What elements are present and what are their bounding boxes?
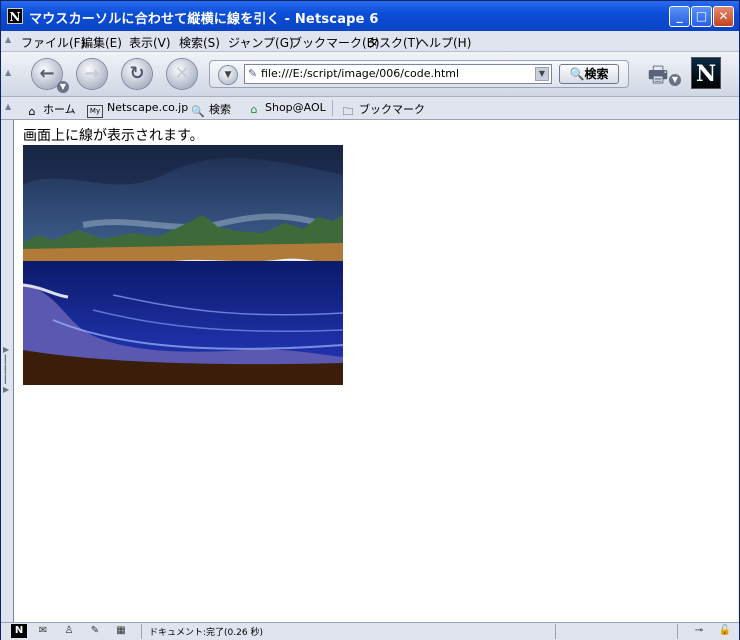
- bookmarks-folder[interactable]: 🗀 ブックマーク: [341, 101, 426, 118]
- composer-icon[interactable]: ✎: [87, 624, 103, 638]
- status-divider: [555, 624, 556, 639]
- status-bar: N ✉ ♙ ✎ ▦ ドキュメント:完了(0.26 秒) ⊸ 🔓: [1, 622, 739, 640]
- stop-button[interactable]: ✕: [167, 59, 197, 89]
- menu-search[interactable]: 検索(S): [179, 34, 220, 51]
- bookmark-shop[interactable]: ⌂ Shop@AOL: [247, 101, 326, 116]
- bookmark-search[interactable]: 🔍 検索: [191, 101, 231, 118]
- search-icon: 🔍: [191, 105, 205, 118]
- menu-bar: ▲ ファイル(F) 編集(E) 表示(V) 検索(S) ジャンプ(G) ブックマ…: [1, 31, 739, 52]
- menu-go[interactable]: ジャンプ(G): [228, 34, 294, 51]
- toolbar-grip-icon[interactable]: ▲: [5, 35, 11, 47]
- address-book-icon[interactable]: ▦: [113, 624, 129, 638]
- home-icon: ⌂: [28, 105, 36, 118]
- sidebar-collapsed[interactable]: ▶ ┃ ┃ ┃ ▶: [1, 120, 14, 622]
- url-history-dropdown-icon[interactable]: ▼: [535, 67, 549, 81]
- back-history-dropdown-icon[interactable]: ▼: [57, 81, 69, 93]
- reload-icon: ↻: [129, 63, 145, 84]
- forward-button[interactable]: →: [77, 59, 107, 89]
- bookmark-netscape[interactable]: My Netscape.co.jp: [87, 101, 188, 118]
- printer-icon: 🖶: [647, 63, 669, 88]
- toolbar-grip-icon[interactable]: ▲: [5, 102, 11, 111]
- menu-help[interactable]: ヘルプ(H): [417, 34, 471, 51]
- bookmark-netscape-label: Netscape.co.jp: [107, 101, 189, 114]
- toolbar-separator: [332, 100, 333, 116]
- landscape-image: [23, 145, 343, 385]
- page-content: 画面上に線が表示されます。: [14, 120, 738, 622]
- status-divider: [677, 624, 678, 639]
- personal-toolbar: ▲ ⌂ ホーム My Netscape.co.jp 🔍 検索 ⌂ Shop@AOL 🗀 ブ…: [1, 97, 739, 120]
- aim-icon[interactable]: ♙: [61, 624, 77, 638]
- netscape-logo[interactable]: N: [691, 57, 721, 89]
- print-dropdown-icon[interactable]: ▼: [669, 74, 681, 86]
- page-message: 画面上に線が表示されます。: [23, 128, 204, 144]
- minimize-button[interactable]: _: [669, 6, 690, 27]
- close-button[interactable]: ✕: [713, 6, 734, 27]
- menu-view[interactable]: 表示(V): [129, 34, 171, 51]
- url-text[interactable]: file:///E:/script/image/006/code.html: [261, 67, 459, 80]
- bookmark-home[interactable]: ⌂ ホーム: [25, 101, 76, 118]
- menu-edit[interactable]: 編集(E): [81, 34, 122, 51]
- search-magnifier-icon: 🔍: [569, 67, 585, 81]
- title-bar[interactable]: N マウスカーソルに合わせて縦横に線を引く - Netscape 6 _ □ ✕: [1, 1, 739, 31]
- go-arrow-icon[interactable]: ▼: [219, 66, 237, 84]
- stop-icon: ✕: [174, 63, 190, 84]
- online-connection-icon[interactable]: ⊸: [687, 624, 711, 638]
- bookmark-search-label: 検索: [209, 103, 231, 116]
- bookmark-shop-label: Shop@AOL: [265, 101, 326, 114]
- maximize-button[interactable]: □: [691, 6, 712, 27]
- url-bar-group: ▼ ✎ file:///E:/script/image/006/code.htm…: [209, 60, 629, 88]
- browser-window: N マウスカーソルに合わせて縦横に線を引く - Netscape 6 _ □ ✕…: [0, 0, 740, 640]
- back-arrow-icon: ←: [39, 63, 55, 84]
- page-proxy-icon[interactable]: ✎: [248, 67, 257, 80]
- url-input[interactable]: ✎ file:///E:/script/image/006/code.html …: [244, 64, 552, 84]
- toolbar-grip-icon[interactable]: ▲: [5, 68, 11, 77]
- sidebar-toggle-icon[interactable]: ▶ ┃ ┃ ┃ ▶: [3, 345, 10, 395]
- netscape-app-icon[interactable]: N: [7, 8, 23, 24]
- search-button[interactable]: 🔍検索: [559, 64, 619, 84]
- menu-tasks[interactable]: タスク(T): [367, 34, 420, 51]
- security-lock-icon[interactable]: 🔓: [717, 624, 733, 638]
- folder-icon: 🗀: [342, 105, 354, 118]
- search-button-label: 検索: [584, 67, 609, 81]
- bookmark-home-label: ホーム: [43, 103, 76, 116]
- shop-icon: ⌂: [250, 103, 258, 116]
- bookmarks-folder-label: ブックマーク: [359, 103, 425, 116]
- my-icon: My: [87, 105, 103, 118]
- reload-button[interactable]: ↻: [122, 59, 152, 89]
- status-divider: [141, 624, 142, 639]
- mail-icon[interactable]: ✉: [35, 624, 51, 638]
- navigator-icon[interactable]: N: [11, 624, 27, 638]
- forward-arrow-icon: →: [84, 63, 100, 84]
- navigation-toolbar: ▲ ← ▼ → ↻ ✕ ▼ ✎ file:///E:/script/image/…: [1, 52, 739, 97]
- status-text: ドキュメント:完了(0.26 秒): [149, 628, 263, 638]
- window-title: マウスカーソルに合わせて縦横に線を引く - Netscape 6: [29, 12, 379, 27]
- menu-file[interactable]: ファイル(F): [21, 34, 85, 51]
